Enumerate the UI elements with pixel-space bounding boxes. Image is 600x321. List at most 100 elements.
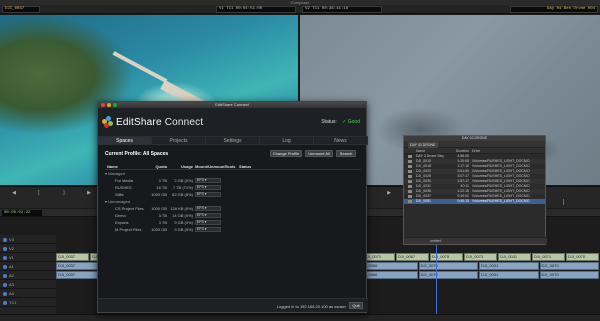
- video-clip[interactable]: DJI_0075: [430, 253, 463, 261]
- table-row[interactable]: RUSHES 16 TB 7 TB (71%) EFS ▾: [105, 184, 361, 191]
- table-row[interactable]: Demo 3 TB 14 GB (0%) EFS ▾: [105, 212, 361, 219]
- tools-cell: [225, 177, 239, 184]
- minimize-icon[interactable]: [107, 103, 111, 107]
- mount-select[interactable]: EFS ▾: [195, 206, 221, 212]
- mount-select[interactable]: EFS ▾: [195, 227, 221, 233]
- bin-tabbar: DAY 03 DRONE: [404, 141, 545, 148]
- search-button[interactable]: Search: [336, 150, 356, 157]
- audio-clip[interactable]: DJI_0070: [539, 271, 599, 279]
- track-enable-icon[interactable]: [3, 300, 7, 305]
- zoom-icon[interactable]: [113, 103, 117, 107]
- track-enable-icon[interactable]: [3, 273, 7, 278]
- track-header-v1[interactable]: V1: [0, 253, 56, 262]
- audio-clip[interactable]: DJI_0075: [418, 271, 479, 279]
- track-header-a3[interactable]: A3: [0, 280, 56, 289]
- unmanaged-rows: CS Project Files 1000 GB 128 KB (0%) EFS ▾ D…: [105, 205, 361, 233]
- audio-clip[interactable]: DJI_0031: [479, 271, 539, 279]
- dialog-tabs: Spaces Projects Settings Log News: [98, 136, 368, 145]
- tab-spaces[interactable]: Spaces: [98, 137, 152, 144]
- clip-icon: [408, 180, 412, 183]
- col-usage[interactable]: Usage: [169, 164, 195, 169]
- col-mount[interactable]: Mount/Unmount: [195, 164, 226, 169]
- table-row[interactable]: Exports 3 TB 9 GB (0%) EFS ▾: [105, 219, 361, 226]
- record-timecode[interactable]: V2 TC1 00:36:41:18: [302, 6, 382, 13]
- video-clip[interactable]: DJI_0037: [56, 253, 89, 261]
- track-header-a4[interactable]: A4: [0, 289, 56, 298]
- bin-col-duration[interactable]: Duration: [450, 148, 472, 153]
- track-enable-icon[interactable]: [3, 264, 7, 269]
- clip-icon: [408, 190, 412, 193]
- status-cell: [239, 184, 361, 191]
- track-enable-icon[interactable]: [3, 282, 7, 287]
- mount-select[interactable]: EFS ▾: [195, 178, 221, 184]
- status-label: Status:: [321, 119, 337, 125]
- track-enable-icon[interactable]: [3, 255, 7, 260]
- table-row[interactable]: For Media 3 TB 2 GB (0%) EFS ▾: [105, 177, 361, 184]
- table-row[interactable]: M Project Files 1000 GB 9 GB (0%) EFS ▾: [105, 226, 361, 233]
- mount-select[interactable]: EFS ▾: [195, 213, 221, 219]
- source-timecode[interactable]: V1 TC1 00:01:51:00: [216, 6, 296, 13]
- bin-tab[interactable]: DAY 03 DRONE: [408, 142, 438, 148]
- mount-select[interactable]: EFS ▾: [195, 192, 221, 198]
- play-icon[interactable]: ▶: [385, 190, 393, 196]
- timeline-timecode[interactable]: 00:00:02:22: [2, 210, 42, 216]
- audio-clip[interactable]: DJI_0031: [479, 262, 539, 270]
- tab-news[interactable]: News: [314, 137, 368, 144]
- unmount-all-button[interactable]: Unmount All: [305, 150, 333, 157]
- bin-item-name: DJI_0051: [416, 199, 431, 203]
- track-header-a2[interactable]: A2: [0, 271, 56, 280]
- table-row[interactable]: Stills 1000 GB 82 GB (8%) EFS ▾: [105, 191, 361, 198]
- group-unmanaged[interactable]: ▾ Unmanaged: [105, 198, 361, 205]
- track-header-a1[interactable]: A1: [0, 262, 56, 271]
- track-label: A1: [9, 264, 14, 269]
- tools-cell: [225, 212, 239, 219]
- video-clip[interactable]: DJI_0071: [532, 253, 565, 261]
- play-icon[interactable]: ▶: [85, 190, 93, 196]
- record-sequence-name[interactable]: Day 04 Ben Drone 004: [510, 6, 598, 13]
- track-header-v3[interactable]: V3: [0, 235, 56, 244]
- tab-projects[interactable]: Projects: [152, 137, 206, 144]
- audio-clip[interactable]: DJI_0070: [539, 262, 599, 270]
- timeline-footer: [0, 314, 600, 321]
- audio-clip[interactable]: DJI_0066: [358, 271, 418, 279]
- bin-col-drive[interactable]: Drive: [472, 148, 545, 153]
- mark-in-icon[interactable]: [: [35, 190, 43, 196]
- source-clip-name[interactable]: DJI_0037: [2, 6, 40, 13]
- space-usage: 9 GB (0%): [174, 227, 193, 232]
- bin-item[interactable]: DJI_0051 0:40:13/Volumes/RUSHES_LIGHT_DOC…: [404, 199, 545, 204]
- step-back-icon[interactable]: ◀: [10, 190, 18, 196]
- table-row[interactable]: CS Project Files 1000 GB 128 KB (0%) EFS ▾: [105, 205, 361, 212]
- col-quota[interactable]: Quota: [149, 164, 169, 169]
- group-managed[interactable]: ▾ Managed: [105, 170, 361, 177]
- mount-select[interactable]: EFS ▾: [195, 185, 221, 191]
- video-clip[interactable]: DJI_0073: [464, 253, 497, 261]
- tab-settings[interactable]: Settings: [206, 137, 260, 144]
- audio-clip[interactable]: DJI_0075: [418, 262, 479, 270]
- col-status[interactable]: Status: [239, 164, 361, 169]
- status-cell: [239, 177, 361, 184]
- close-icon[interactable]: [101, 103, 105, 107]
- bin-footer[interactable]: untitled: [404, 237, 547, 244]
- quit-button[interactable]: Quit: [349, 302, 363, 309]
- tools-cell: [225, 191, 239, 198]
- audio-clip[interactable]: DJI_0066: [358, 262, 418, 270]
- tools-cell: [225, 219, 239, 226]
- track-enable-icon[interactable]: [3, 246, 7, 251]
- video-clip[interactable]: DJI_0070: [566, 253, 599, 261]
- bin-col-name[interactable]: Name: [416, 148, 450, 153]
- video-clip[interactable]: DJI_0067: [396, 253, 429, 261]
- mark-out-icon[interactable]: ]: [60, 190, 68, 196]
- composer-topbar: DJI_0037 V1 TC1 00:01:51:00 V2 TC1 00:36…: [0, 5, 600, 14]
- tab-log[interactable]: Log: [260, 137, 314, 144]
- col-tools[interactable]: Tools: [225, 164, 239, 169]
- video-clip[interactable]: DJI_0031: [498, 253, 531, 261]
- col-name[interactable]: Name: [105, 164, 149, 169]
- track-label: V2: [9, 246, 14, 251]
- track-header-v2[interactable]: V2: [0, 244, 56, 253]
- change-profile-button[interactable]: Change Profile: [270, 150, 302, 157]
- track-enable-icon[interactable]: [3, 237, 7, 242]
- mount-select[interactable]: EFS ▾: [195, 220, 221, 226]
- track-header-tc1[interactable]: TC1: [0, 298, 56, 307]
- track-enable-icon[interactable]: [3, 291, 7, 296]
- position-marker[interactable]: [563, 199, 564, 205]
